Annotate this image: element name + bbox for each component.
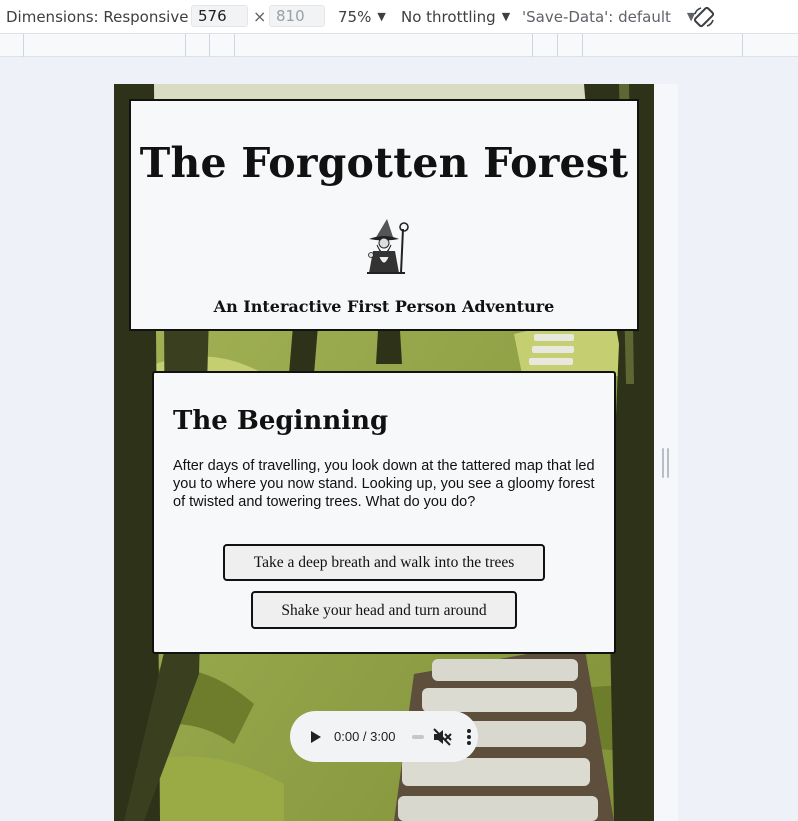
resize-handle[interactable] bbox=[662, 448, 670, 478]
save-data-dropdown[interactable]: 'Save-Data': default ▼ bbox=[522, 0, 695, 33]
story-text: After days of travelling, you look down … bbox=[173, 458, 595, 510]
devtools-toolbar: Dimensions: Responsive ▼ 576 × 810 75% ▼… bbox=[0, 0, 798, 33]
more-vertical-icon[interactable] bbox=[466, 727, 472, 747]
zoom-label: 75% bbox=[338, 7, 372, 26]
volume-muted-icon[interactable] bbox=[432, 727, 452, 747]
audio-player: 0:00 / 3:00 bbox=[290, 711, 478, 762]
throttling-label: No throttling bbox=[401, 7, 496, 26]
play-icon[interactable] bbox=[310, 730, 322, 744]
chevron-down-icon: ▼ bbox=[501, 10, 511, 23]
choice-button-turn-around[interactable]: Shake your head and turn around bbox=[251, 591, 517, 629]
page-subtitle: An Interactive First Person Adventure bbox=[213, 297, 555, 316]
ruler-segment bbox=[532, 34, 533, 57]
audio-time: 0:00 / 3:00 bbox=[334, 729, 396, 744]
page-viewport: The Forgotten Forest An Interactive Firs… bbox=[114, 84, 654, 821]
rotate-icon[interactable] bbox=[692, 5, 716, 29]
header-card: The Forgotten Forest An Interactive Firs… bbox=[129, 99, 639, 331]
ruler-segment bbox=[185, 34, 186, 57]
ruler-segment bbox=[742, 34, 743, 57]
times-sign: × bbox=[253, 7, 267, 26]
ruler-segment bbox=[23, 34, 24, 57]
story-heading: The Beginning bbox=[173, 406, 389, 436]
dimensions-label: Dimensions: Responsive bbox=[6, 7, 189, 26]
dimensions-dropdown[interactable]: Dimensions: Responsive ▼ bbox=[6, 0, 203, 33]
throttling-dropdown[interactable]: No throttling ▼ bbox=[401, 0, 510, 33]
chevron-down-icon: ▼ bbox=[377, 10, 386, 23]
story-card: The Beginning After days of travelling, … bbox=[152, 371, 616, 654]
wizard-icon bbox=[367, 219, 409, 274]
save-data-label: 'Save-Data': default bbox=[522, 7, 671, 26]
ruler-segment bbox=[234, 34, 235, 57]
media-query-ruler[interactable] bbox=[0, 33, 798, 57]
ruler-segment bbox=[582, 34, 583, 57]
width-input[interactable]: 576 bbox=[191, 5, 248, 27]
audio-progress-bar[interactable] bbox=[412, 735, 424, 739]
ruler-segment bbox=[557, 34, 558, 57]
zoom-dropdown[interactable]: 75% ▼ bbox=[338, 0, 386, 33]
page-title: The Forgotten Forest bbox=[139, 139, 629, 187]
ruler-segment bbox=[209, 34, 210, 57]
height-input[interactable]: 810 bbox=[269, 5, 325, 27]
choice-button-enter-forest[interactable]: Take a deep breath and walk into the tre… bbox=[223, 544, 545, 581]
